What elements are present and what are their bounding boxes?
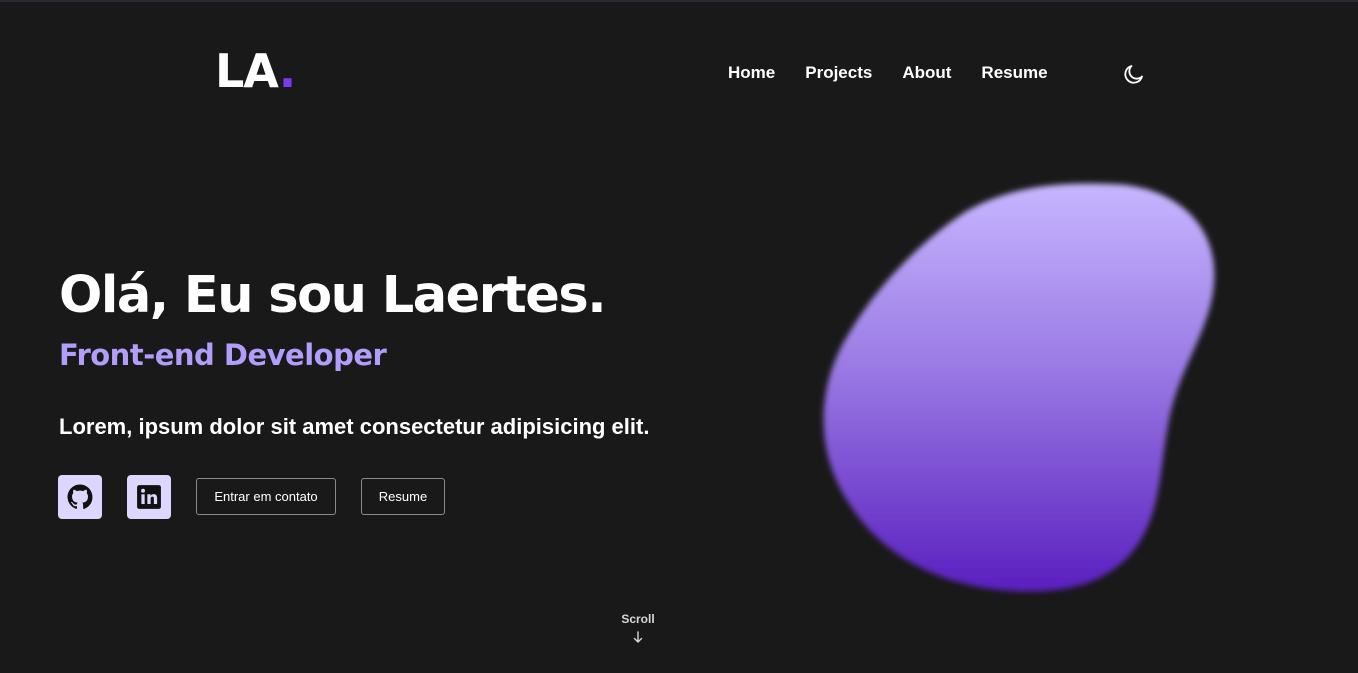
hero-title: Olá, Eu sou Laertes. [59,266,607,325]
theme-toggle-button[interactable] [1122,62,1146,86]
github-button[interactable] [58,475,102,519]
nav-projects-link[interactable]: Projects [805,62,872,84]
nav-home-link[interactable]: Home [728,62,775,84]
hero-description: Lorem, ipsum dolor sit amet consectetur … [59,414,650,439]
github-icon [67,484,93,509]
scroll-label: Scroll [621,612,655,626]
nav-about-link[interactable]: About [902,62,951,84]
logo[interactable]: LA. [215,44,297,98]
resume-button[interactable]: Resume [361,478,445,515]
contact-button[interactable]: Entrar em contato [196,478,336,515]
nav-resume-link[interactable]: Resume [981,62,1047,84]
logo-dot: . [278,44,297,98]
page: LA. Home Projects About Resume Olá, Eu s… [0,0,1358,673]
linkedin-icon [137,485,161,509]
arrow-down-icon [633,631,643,643]
moon-icon [1124,65,1143,84]
gradient-blob [823,183,1215,592]
scroll-hint[interactable]: Scroll [608,612,668,644]
logo-text: LA [215,44,280,98]
linkedin-button[interactable] [127,475,171,519]
hero-role: Front-end Developer [59,338,387,372]
main-nav: Home Projects About Resume [728,62,1048,84]
